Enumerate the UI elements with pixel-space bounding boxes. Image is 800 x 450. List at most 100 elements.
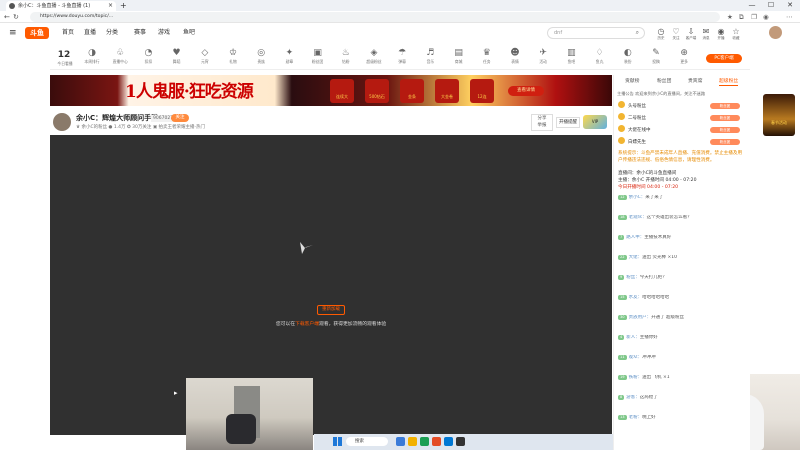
search-icon[interactable]: ⌕ (636, 28, 639, 38)
taskbar-search[interactable]: 搜索 (346, 437, 388, 446)
share-link[interactable]: 分享 (532, 115, 552, 122)
category-item[interactable]: ♛ 任务 (474, 48, 500, 65)
floating-ad[interactable]: 春节活动 (763, 94, 795, 136)
chat-message[interactable]: 15 水友：哈哈哈哈哈哈 (618, 295, 746, 314)
windows-start-icon[interactable] (333, 437, 342, 446)
tab-contribution[interactable]: 贡献榜 (625, 78, 639, 85)
minimize-button[interactable]: — (743, 0, 761, 11)
chat-username[interactable]: 余小C： (629, 195, 646, 200)
category-item[interactable]: ◈ 超级粉丝 (361, 48, 387, 65)
back-icon[interactable]: ← (4, 12, 10, 22)
category-item[interactable]: ✦ 勋章 (276, 48, 302, 65)
rank-row[interactable]: 白嫖先生 粉丝团 (618, 137, 744, 147)
taskbar-app-icon[interactable] (408, 437, 417, 446)
chat-username[interactable]: 路人甲： (626, 235, 644, 240)
pc-client-button[interactable]: PC客户端 (706, 54, 742, 63)
header-message-button[interactable]: ✉ 消息 (700, 27, 712, 40)
download-client-link[interactable]: 下载客户端 (295, 322, 319, 327)
category-item[interactable]: ▣ 粉丝团 (305, 48, 331, 65)
more-menu-icon[interactable]: ⋯ (786, 12, 793, 22)
taskbar-app-icon[interactable] (396, 437, 405, 446)
profile-icon[interactable]: ◉ (763, 12, 769, 22)
category-item[interactable]: ◐ 装扮 (615, 48, 641, 65)
chat-message[interactable]: 8 游客：这局稳了 (618, 395, 746, 414)
chat-username[interactable]: 贵族用户： (629, 315, 652, 320)
header-star-button[interactable]: ☆ 收藏 (730, 27, 742, 40)
chat-username[interactable]: 铁粉： (629, 375, 643, 380)
chat-message[interactable]: 7 路人甲：主播技术真好 (618, 235, 746, 254)
nav-home[interactable]: 首页 (62, 27, 74, 39)
header-history-button[interactable]: ◷ 历史 (655, 27, 667, 40)
tab-fans[interactable]: 粉丝团 (657, 78, 671, 85)
nav-events[interactable]: 赛事 (134, 27, 146, 39)
header-download-button[interactable]: ⇩ 客户端 (685, 27, 697, 40)
category-item[interactable]: ♥ 舞蹈 (164, 48, 190, 65)
category-item[interactable]: ◎ 贵族 (248, 48, 274, 65)
category-item[interactable]: ♬ 音乐 (417, 48, 443, 65)
tab-close-icon[interactable]: × (108, 1, 113, 11)
category-item[interactable]: ♧ 直播中心 (107, 48, 133, 65)
streamer-avatar[interactable] (53, 113, 71, 131)
menu-icon[interactable]: ≡ (9, 27, 17, 39)
reload-icon[interactable]: ↻ (13, 12, 19, 22)
site-logo[interactable]: 斗鱼 (25, 27, 49, 39)
share-report-box[interactable]: 分享 举报 (531, 114, 553, 131)
rank-row[interactable]: 头号粉丝 粉丝团 (618, 101, 744, 111)
bookmark-star-icon[interactable]: ★ (727, 12, 733, 22)
report-link[interactable]: 举报 (532, 122, 552, 129)
close-window-button[interactable]: ✕ (781, 0, 799, 11)
taskbar-app-icon[interactable] (444, 437, 453, 446)
extensions-icon[interactable]: ⧉ (739, 12, 744, 22)
watch-count[interactable]: 12 (56, 50, 72, 60)
browser-tab[interactable]: 余小C：斗鱼直播 - 斗鱼直播 (1) × (6, 1, 116, 11)
chat-message[interactable]: 12 余小C：来了来了 (618, 195, 746, 214)
chat-message[interactable]: 9 粉丝：今天打几把？ (618, 275, 746, 294)
nav-games[interactable]: 游戏 (158, 27, 170, 39)
chat-username[interactable]: 粉丝： (626, 275, 640, 280)
collections-icon[interactable]: ❐ (751, 12, 757, 22)
category-item[interactable]: ☂ 弹幕 (389, 48, 415, 65)
chat-username[interactable]: 游客： (626, 395, 640, 400)
video-player[interactable] (50, 135, 612, 435)
user-avatar[interactable] (769, 26, 782, 39)
maximize-button[interactable]: ☐ (762, 0, 780, 11)
tab-vip[interactable]: 贵宾席 (688, 78, 702, 85)
nav-live[interactable]: 直播 (84, 27, 96, 39)
category-item[interactable]: ◑ 本周排行 (79, 48, 105, 65)
rank-row[interactable]: 大佬在线中 粉丝团 (618, 125, 744, 135)
category-item[interactable]: ♢ 鱼丸 (587, 48, 613, 65)
category-item[interactable]: ◔ 扣扣 (135, 48, 161, 65)
chat-username[interactable]: 大佬： (629, 255, 643, 260)
taskbar-app-icon[interactable] (432, 437, 441, 446)
category-item[interactable]: ✎ 投稿 (643, 48, 669, 65)
category-item[interactable]: ⊕ 更多 (671, 48, 697, 65)
chat-message[interactable]: 13 老粉：晚上好 (618, 415, 746, 434)
nav-fishbar[interactable]: 鱼吧 (183, 27, 195, 39)
chat-message[interactable]: 22 大佬：送出 荧光棒 ×10 (618, 255, 746, 274)
header-follow-button[interactable]: ♡ 关注 (670, 27, 682, 40)
chat-username[interactable]: 新人： (626, 335, 640, 340)
subscribe-button[interactable]: 开播提醒 (556, 117, 580, 128)
chat-username[interactable]: 老粉： (629, 415, 643, 420)
chat-username[interactable]: 观众： (629, 355, 643, 360)
banner-detail-button[interactable]: 查看详情 (508, 86, 544, 96)
chat-username[interactable]: 水友： (629, 295, 643, 300)
vip-button[interactable]: VIP (583, 115, 607, 129)
chat-message[interactable]: 11 观众：冲冲冲 (618, 355, 746, 374)
category-item[interactable]: ▥ 鱼吧 (558, 48, 584, 65)
category-item[interactable]: ♔ 礼物 (220, 48, 246, 65)
chat-message[interactable]: 30 贵族用户：开通了 超级粉丝 (618, 315, 746, 334)
category-item[interactable]: ♨ 钻粉 (333, 48, 359, 65)
taskbar-app-icon[interactable] (456, 437, 465, 446)
category-item[interactable]: ▤ 商城 (446, 48, 472, 65)
taskbar-app-icon[interactable] (420, 437, 429, 446)
category-item[interactable]: ☻ 表情 (502, 48, 528, 65)
rank-row[interactable]: 二号粉丝 粉丝团 (618, 113, 744, 123)
nav-category[interactable]: 分类 (106, 27, 118, 39)
new-tab-button[interactable]: + (120, 0, 127, 11)
chat-message[interactable]: 4 新人：主播你好 (618, 335, 746, 354)
chat-message[interactable]: 19 铁粉：送出 飞机 ×1 (618, 375, 746, 394)
player-reload-button[interactable]: 重新加载 (317, 305, 345, 315)
tab-super-fans[interactable]: 超级粉丝 (719, 78, 739, 86)
chat-username[interactable]: 老观众： (629, 215, 647, 220)
